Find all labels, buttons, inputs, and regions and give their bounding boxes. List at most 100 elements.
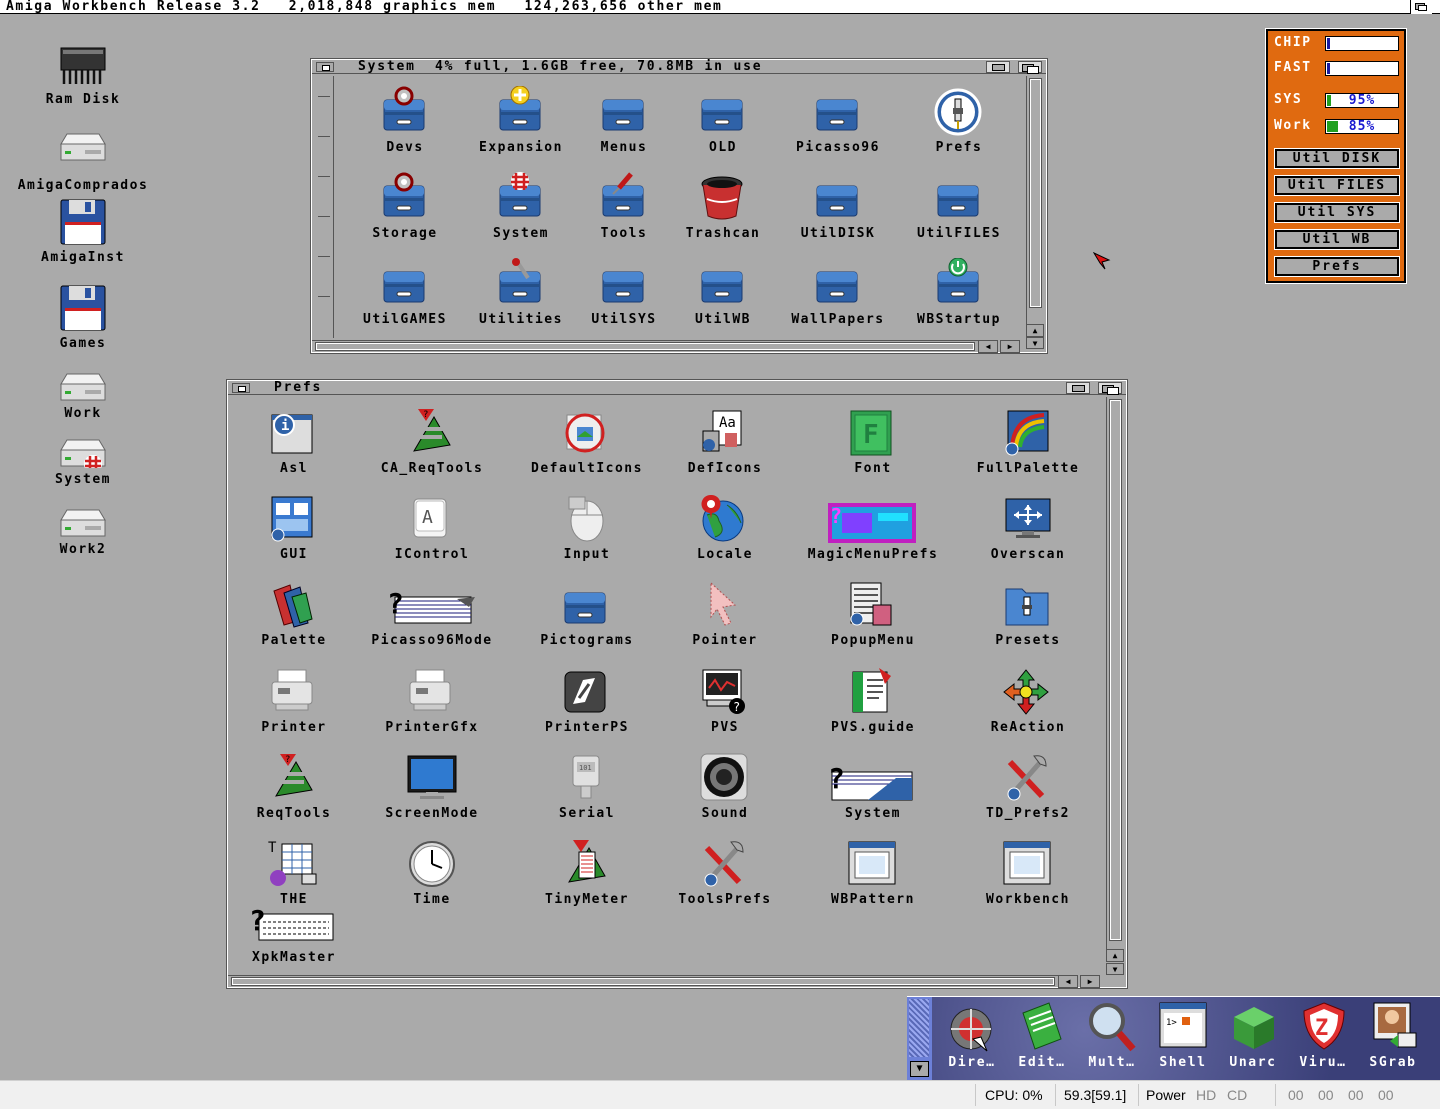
svg-text:?: ? bbox=[285, 755, 290, 765]
dock-item-7[interactable]: SGrab bbox=[1357, 999, 1429, 1070]
system-window-hscroll[interactable] bbox=[312, 340, 978, 352]
scroll-up-button[interactable]: ▲ bbox=[1106, 949, 1124, 962]
screen-depth-gadget[interactable] bbox=[1410, 0, 1432, 14]
prefs-icon-palette[interactable]: Palette bbox=[214, 579, 374, 648]
hscroll-knob[interactable] bbox=[231, 977, 1055, 986]
scroll-down-button[interactable]: ▼ bbox=[1106, 963, 1124, 975]
zoom-gadget[interactable] bbox=[1066, 382, 1090, 394]
prefs-icon-printer[interactable]: Printer bbox=[214, 666, 374, 735]
prefs-icon-reqtools[interactable]: ? ReqTools bbox=[214, 752, 374, 821]
prefs-icon-toolsprefs[interactable]: ToolsPrefs bbox=[645, 838, 805, 907]
prefs-icon-time[interactable]: Time bbox=[352, 838, 512, 907]
system-icon-wbstartup[interactable]: WBStartup bbox=[884, 258, 1034, 327]
prefs-icon-screenmode[interactable]: ScreenMode bbox=[352, 752, 512, 821]
guide-icon bbox=[852, 668, 891, 713]
prefs-icon-magicmenuprefs[interactable]: ? MagicMenuPrefs bbox=[793, 493, 953, 562]
dock-item-1[interactable]: Dire… bbox=[936, 999, 1008, 1070]
close-gadget[interactable] bbox=[316, 62, 334, 72]
icon-label: PVS bbox=[711, 720, 739, 735]
dock-menu-button[interactable]: ▼ bbox=[910, 1061, 929, 1077]
prefs-icon-deficons[interactable]: Aa DefIcons bbox=[645, 407, 805, 476]
prefs-icon-icontrol[interactable]: A IControl bbox=[352, 493, 512, 562]
scroll-right-button[interactable]: ▶ bbox=[1000, 340, 1020, 353]
scroll-left-button[interactable]: ◀ bbox=[1058, 975, 1078, 988]
svg-text:?: ? bbox=[733, 700, 740, 714]
drawer-power-icon bbox=[937, 258, 979, 303]
prefs-button[interactable]: Prefs bbox=[1274, 256, 1400, 277]
desktop-icon-ram-disk[interactable]: Ram Disk bbox=[0, 38, 168, 107]
vscroll-knob[interactable] bbox=[1109, 399, 1122, 941]
prefs-icon-td-prefs2[interactable]: TD_Prefs2 bbox=[948, 752, 1108, 821]
util-files-button[interactable]: Util FILES bbox=[1274, 175, 1400, 196]
prefs-icon-printerps[interactable]: PrinterPS bbox=[507, 666, 667, 735]
dock-item-4[interactable]: 1> Shell bbox=[1147, 999, 1219, 1070]
system-window[interactable]: System 4% full, 1.6GB free, 70.8MB in us… bbox=[310, 58, 1048, 354]
util-sys-button[interactable]: Util SYS bbox=[1274, 202, 1400, 223]
desktop-icon-games[interactable]: Games bbox=[0, 282, 168, 351]
hscroll-knob[interactable] bbox=[315, 342, 975, 351]
desktop-icon-work2[interactable]: Work2 bbox=[0, 500, 168, 557]
asl-icon: i bbox=[271, 414, 313, 454]
icon-label: GUI bbox=[280, 547, 308, 562]
util-wb-button[interactable]: Util WB bbox=[1274, 229, 1400, 250]
depth-gadget[interactable] bbox=[1018, 61, 1042, 74]
desktop-icon-work[interactable]: Work bbox=[0, 364, 168, 421]
zoom-gadget[interactable] bbox=[986, 61, 1010, 73]
work-bar: 85% bbox=[1325, 119, 1399, 134]
drawer-icon bbox=[602, 271, 644, 303]
system-window-titlebar[interactable]: System 4% full, 1.6GB free, 70.8MB in us… bbox=[312, 59, 1046, 74]
prefs-icon-defaulticons[interactable]: DefaultIcons bbox=[507, 407, 667, 476]
util-disk-button[interactable]: Util DISK bbox=[1274, 148, 1400, 169]
prefs-icon-pictograms[interactable]: Pictograms bbox=[507, 579, 667, 648]
drawer-gears-icon bbox=[383, 172, 425, 217]
depth-gadget[interactable] bbox=[1098, 382, 1122, 395]
system-icon-prefs[interactable]: Prefs bbox=[884, 86, 1034, 155]
dock-item-6[interactable]: Z Viru… bbox=[1287, 999, 1359, 1070]
prefs-icon-popupmenu[interactable]: PopupMenu bbox=[793, 579, 953, 648]
prefs-icon-asl[interactable]: i Asl bbox=[214, 407, 374, 476]
prefs-icon-pointer[interactable]: Pointer bbox=[645, 579, 805, 648]
icon-label: WBPattern bbox=[831, 892, 915, 907]
prefs-window-vscroll[interactable] bbox=[1106, 397, 1124, 949]
svg-text:?: ? bbox=[249, 904, 266, 937]
prefs-icon-xpkmaster[interactable]: ? XpkMaster bbox=[214, 896, 374, 965]
icon-label: Pointer bbox=[692, 633, 758, 648]
desktop-icon-amigainst[interactable]: AmigaInst bbox=[0, 196, 168, 265]
prefs-icon-reaction[interactable]: ReAction bbox=[948, 666, 1108, 735]
prefs-icon-sound[interactable]: Sound bbox=[645, 752, 805, 821]
prefs-icon-overscan[interactable]: Overscan bbox=[948, 493, 1108, 562]
prefs-icon-pvs-guide[interactable]: PVS.guide bbox=[793, 666, 953, 735]
prefs-icon-system[interactable]: ? System bbox=[793, 752, 953, 821]
prefs-icon-serial[interactable]: 101 Serial bbox=[507, 752, 667, 821]
prefs-icon-fullpalette[interactable]: FullPalette bbox=[948, 407, 1108, 476]
dock-item-3[interactable]: Mult… bbox=[1076, 999, 1148, 1070]
prefs-icon-locale[interactable]: Locale bbox=[645, 493, 805, 562]
system-icon-utilfiles[interactable]: UtilFILES bbox=[884, 172, 1034, 241]
prefs-icon-tinymeter[interactable]: TinyMeter bbox=[507, 838, 667, 907]
scroll-right-button[interactable]: ▶ bbox=[1080, 975, 1100, 988]
scroll-down-button[interactable]: ▼ bbox=[1026, 337, 1044, 349]
scroll-left-button[interactable]: ◀ bbox=[978, 340, 998, 353]
close-gadget[interactable] bbox=[232, 383, 250, 393]
prefs-icon-workbench[interactable]: Workbench bbox=[948, 838, 1108, 907]
prefs-icon-presets[interactable]: Presets bbox=[948, 579, 1108, 648]
dock-item-2[interactable]: Edit… bbox=[1006, 999, 1078, 1070]
mouse-pointer-icon bbox=[1093, 252, 1111, 270]
prefs-window-hscroll[interactable] bbox=[228, 975, 1058, 987]
icon-label: PVS.guide bbox=[831, 720, 915, 735]
desktop-icon-amigacomprados[interactable]: AmigaComprados bbox=[0, 124, 168, 193]
prefs-icon-ca-reqtools[interactable]: ? CA_ReqTools bbox=[352, 407, 512, 476]
dock-drag-handle[interactable]: ▼ bbox=[907, 997, 932, 1080]
prefs-window[interactable]: Prefs ▲ ▼ ◀ ▶ i Asl? CA_ReqTools DefaultIco… bbox=[226, 379, 1128, 989]
screen-title-bar[interactable]: Amiga Workbench Release 3.2 2,018,848 gr… bbox=[0, 0, 1440, 14]
prefs-icon-printergfx[interactable]: PrinterGfx bbox=[352, 666, 512, 735]
prefs-icon-picasso96mode[interactable]: ? Picasso96Mode bbox=[352, 579, 512, 648]
prefs-icon-wbpattern[interactable]: WBPattern bbox=[793, 838, 953, 907]
prefs-window-titlebar[interactable]: Prefs bbox=[228, 380, 1126, 395]
prefs-icon-input[interactable]: Input bbox=[507, 493, 667, 562]
prefs-icon-gui[interactable]: GUI bbox=[214, 493, 374, 562]
prefs-icon-font[interactable]: F Font bbox=[793, 407, 953, 476]
dock-item-5[interactable]: Unarc bbox=[1217, 999, 1289, 1070]
desktop-icon-system[interactable]: System bbox=[0, 430, 168, 487]
prefs-icon-pvs[interactable]: ? PVS bbox=[645, 666, 805, 735]
